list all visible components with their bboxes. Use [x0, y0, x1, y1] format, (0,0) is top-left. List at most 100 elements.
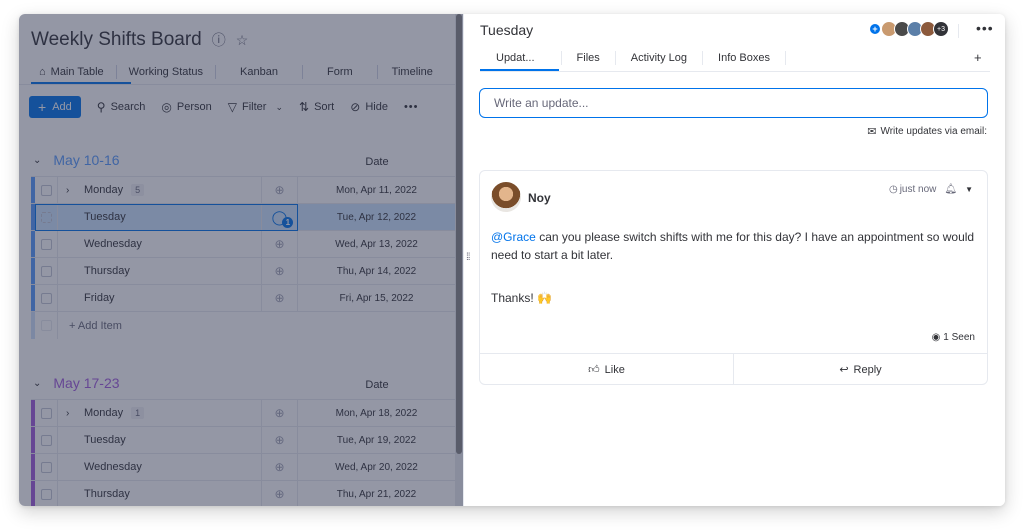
- group-title[interactable]: May 17-23: [53, 375, 119, 391]
- date-cell[interactable]: Fri, Apr 15, 2022: [298, 285, 455, 311]
- item-name-cell[interactable]: Wednesday: [58, 454, 262, 480]
- chevron-right-icon[interactable]: ›: [66, 185, 76, 196]
- divider: [480, 71, 990, 72]
- tab-working-status[interactable]: Working Status: [117, 65, 217, 79]
- panel-tabs: Updat... Files Activity Log Info Boxes: [480, 48, 786, 68]
- date-cell[interactable]: Wed, Apr 20, 2022: [298, 454, 455, 480]
- like-button[interactable]: 👍︎ Like: [480, 354, 734, 385]
- subscribers[interactable]: + +3: [870, 21, 949, 37]
- column-header-date[interactable]: Date: [299, 379, 455, 391]
- tab-timeline[interactable]: Timeline: [378, 65, 447, 79]
- updates-button[interactable]: ◯ 1: [262, 204, 298, 230]
- date-cell[interactable]: Tue, Apr 19, 2022: [298, 427, 455, 453]
- add-update-icon[interactable]: ⊕: [262, 427, 298, 453]
- date-cell[interactable]: Thu, Apr 14, 2022: [298, 258, 455, 284]
- date-cell[interactable]: Mon, Apr 11, 2022: [298, 177, 455, 203]
- table-row[interactable]: Thursday ⊕ Thu, Apr 21, 2022: [31, 481, 455, 506]
- add-update-icon[interactable]: ⊕: [262, 177, 298, 203]
- table-row[interactable]: Thursday ⊕ Thu, Apr 14, 2022: [31, 258, 455, 285]
- resize-handle-icon[interactable]: ⁞⁞: [466, 253, 470, 263]
- mention-link[interactable]: @Grace: [491, 230, 536, 244]
- add-subscriber-icon[interactable]: +: [870, 24, 880, 34]
- row-checkbox[interactable]: [35, 454, 58, 480]
- chevron-down-icon[interactable]: ⌄: [33, 378, 41, 389]
- more-button[interactable]: •••: [404, 101, 419, 113]
- row-checkbox[interactable]: [35, 481, 58, 506]
- row-checkbox[interactable]: [35, 258, 58, 284]
- sort-button[interactable]: ⇅ Sort: [299, 100, 334, 114]
- panel-title[interactable]: Tuesday: [480, 22, 533, 38]
- filter-button[interactable]: ▽ Filter ⌄: [228, 100, 283, 114]
- more-avatars-badge[interactable]: +3: [933, 21, 949, 37]
- post-text: can you please switch shifts with me for…: [491, 230, 975, 262]
- add-update-icon[interactable]: ⊕: [262, 454, 298, 480]
- chevron-down-icon[interactable]: ⌄: [33, 155, 41, 166]
- chevron-down-icon[interactable]: ⌄: [275, 102, 283, 113]
- row-checkbox[interactable]: [35, 285, 58, 311]
- tab-info-boxes[interactable]: Info Boxes: [703, 51, 786, 65]
- item-name-cell[interactable]: Tuesday: [58, 427, 262, 453]
- row-checkbox[interactable]: [35, 177, 58, 203]
- row-checkbox[interactable]: [35, 400, 58, 426]
- bell-icon[interactable]: 🔔︎: [944, 184, 957, 195]
- seen-indicator[interactable]: ◉ 1 Seen: [932, 332, 975, 343]
- view-tabs: ⌂ Main Table Working Status Kanban Form …: [31, 60, 447, 84]
- group-title[interactable]: May 10-16: [53, 152, 119, 168]
- date-cell[interactable]: Wed, Apr 13, 2022: [298, 231, 455, 257]
- tab-kanban[interactable]: Kanban: [216, 65, 303, 79]
- star-icon[interactable]: ☆: [236, 32, 249, 49]
- table-row[interactable]: Tuesday ⊕ Tue, Apr 19, 2022: [31, 427, 455, 454]
- add-item-row[interactable]: + Add Item: [31, 312, 455, 339]
- board-scrollbar[interactable]: [455, 14, 463, 506]
- author-avatar[interactable]: [491, 182, 521, 212]
- item-name-cell[interactable]: › Monday 1: [58, 400, 262, 426]
- table-row[interactable]: Wednesday ⊕ Wed, Apr 13, 2022: [31, 231, 455, 258]
- scrollbar-thumb[interactable]: [456, 14, 462, 454]
- add-update-icon[interactable]: ⊕: [262, 231, 298, 257]
- table-row-selected[interactable]: Tuesday ◯ 1 Tue, Apr 12, 2022: [31, 204, 455, 231]
- add-item-input[interactable]: + Add Item: [58, 312, 122, 339]
- date-cell[interactable]: Mon, Apr 18, 2022: [298, 400, 455, 426]
- reply-button[interactable]: ↩ Reply: [734, 354, 987, 385]
- add-tab-button[interactable]: +: [974, 50, 982, 65]
- tab-files[interactable]: Files: [562, 51, 616, 65]
- add-update-icon[interactable]: ⊕: [262, 258, 298, 284]
- person-button[interactable]: ◎ Person: [161, 100, 211, 114]
- add-update-icon[interactable]: ⊕: [262, 400, 298, 426]
- clock-icon: ◷: [888, 184, 898, 195]
- row-checkbox[interactable]: [35, 427, 58, 453]
- item-name-cell[interactable]: › Monday 5: [58, 177, 262, 203]
- info-icon[interactable]: ⓘ: [212, 30, 226, 50]
- group-header[interactable]: ⌄ May 10-16: [33, 152, 120, 168]
- table-row[interactable]: Friday ⊕ Fri, Apr 15, 2022: [31, 285, 455, 312]
- row-checkbox[interactable]: [35, 204, 58, 230]
- search-button[interactable]: ⚲ Search: [97, 100, 146, 114]
- panel-more-button[interactable]: •••: [976, 20, 994, 36]
- tab-main-table[interactable]: ⌂ Main Table: [31, 65, 117, 79]
- tab-form[interactable]: Form: [303, 65, 378, 79]
- email-updates-link[interactable]: ✉ Write updates via email:: [867, 125, 987, 138]
- hide-button[interactable]: ⊘ Hide: [350, 100, 388, 114]
- add-update-icon[interactable]: ⊕: [262, 285, 298, 311]
- item-name-cell[interactable]: Thursday: [58, 481, 262, 506]
- add-update-icon[interactable]: ⊕: [262, 481, 298, 506]
- update-input[interactable]: Write an update...: [479, 88, 988, 118]
- table-row[interactable]: Wednesday ⊕ Wed, Apr 20, 2022: [31, 454, 455, 481]
- item-name-cell[interactable]: Thursday: [58, 258, 262, 284]
- tab-updates[interactable]: Updat...: [480, 51, 562, 65]
- author-name[interactable]: Noy: [528, 191, 551, 205]
- column-header-date[interactable]: Date: [299, 156, 455, 168]
- group-header[interactable]: ⌄ May 17-23: [33, 375, 120, 391]
- tab-activity-log[interactable]: Activity Log: [616, 51, 704, 65]
- item-name-cell[interactable]: Tuesday: [58, 204, 262, 230]
- item-name-cell[interactable]: Wednesday: [58, 231, 262, 257]
- date-cell[interactable]: Tue, Apr 12, 2022: [298, 204, 455, 230]
- add-button[interactable]: + Add: [29, 96, 81, 118]
- table-row[interactable]: › Monday 5 ⊕ Mon, Apr 11, 2022: [31, 177, 455, 204]
- table-row[interactable]: › Monday 1 ⊕ Mon, Apr 18, 2022: [31, 400, 455, 427]
- caret-down-icon[interactable]: ▼: [965, 185, 973, 194]
- item-name-cell[interactable]: Friday: [58, 285, 262, 311]
- row-checkbox[interactable]: [35, 231, 58, 257]
- date-cell[interactable]: Thu, Apr 21, 2022: [298, 481, 455, 506]
- chevron-right-icon[interactable]: ›: [66, 408, 76, 419]
